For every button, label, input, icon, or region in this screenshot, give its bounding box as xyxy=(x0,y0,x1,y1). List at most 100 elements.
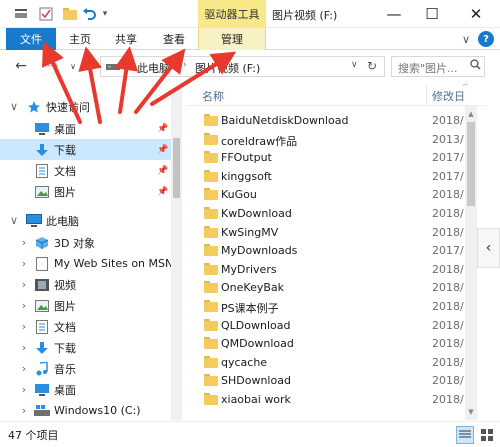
scroll-down-icon[interactable]: ▼ xyxy=(465,406,477,418)
maximize-button[interactable]: ☐ xyxy=(412,0,452,28)
search-placeholder: 搜索"图片... xyxy=(398,62,458,75)
nav-quick-access[interactable]: ∨ 快速访问 xyxy=(0,96,182,117)
chevron-right-icon[interactable]: › xyxy=(18,253,30,274)
folder-icon xyxy=(204,318,218,331)
details-view-icon[interactable] xyxy=(456,426,474,444)
navigation-pane: ∨ 快速访问 桌面 📌 下载 📌 文档 📌 图片 📌 ∨ 此电脑 › 3D 对象… xyxy=(0,88,182,420)
folder-row[interactable]: kinggsoft 2017/ xyxy=(186,167,466,186)
chevron-right-icon[interactable]: › xyxy=(18,316,30,337)
folder-row[interactable]: SHDownload 2018/ xyxy=(186,371,466,390)
nav-pane-scrollbar[interactable] xyxy=(171,88,182,420)
folder-modified-date: 2017/ xyxy=(432,169,464,183)
folder-row[interactable]: BaiduNetdiskDownload 2018/ xyxy=(186,111,466,130)
nav-pictures[interactable]: › 图片 xyxy=(0,295,182,316)
folder-name: QLDownload xyxy=(221,318,291,332)
folder-row[interactable]: xiaobai work 2018/ xyxy=(186,390,466,409)
customize-toolbar-icon[interactable]: ▾ xyxy=(100,6,110,22)
address-bar[interactable]: › 此电脑 › 图片视频 (F:) ∨ ↻ xyxy=(100,56,385,77)
title-bar: ▾ 驱动器工具 图片视频 (F:) — ☐ ✕ xyxy=(0,0,500,28)
nav-quick-downloads[interactable]: 下载 📌 xyxy=(0,139,182,160)
breadcrumb-separator-icon: › xyxy=(183,60,187,70)
forward-arrow-icon[interactable]: → xyxy=(44,56,62,76)
nav-music[interactable]: › 音乐 xyxy=(0,358,182,379)
chevron-right-icon[interactable]: › xyxy=(18,295,30,316)
column-header-modified[interactable]: 修改日 xyxy=(432,88,465,104)
folder-row[interactable]: KuGou 2018/ xyxy=(186,185,466,204)
file-list-scrollbar[interactable]: ▲ ▼ xyxy=(465,106,477,420)
undo-icon[interactable] xyxy=(82,6,96,22)
folder-name: KwSingMV xyxy=(221,225,279,239)
folder-row[interactable]: MyDrivers 2018/ xyxy=(186,260,466,279)
nav-3d-objects[interactable]: › 3D 对象 xyxy=(0,232,182,253)
pin-icon[interactable]: 📌 xyxy=(157,181,168,202)
column-divider[interactable] xyxy=(426,86,427,104)
pin-icon[interactable]: 📌 xyxy=(157,160,168,181)
nav-documents[interactable]: › 文档 xyxy=(0,316,182,337)
breadcrumb-separator-icon: › xyxy=(123,60,127,70)
chevron-down-icon[interactable]: ∨ xyxy=(8,210,20,231)
folder-modified-date: 2018/ xyxy=(432,318,464,332)
pin-icon[interactable]: 📌 xyxy=(157,118,168,139)
column-header-name[interactable]: 名称 xyxy=(202,88,224,104)
chevron-right-icon[interactable]: › xyxy=(18,274,30,295)
folder-name: MyDrivers xyxy=(221,262,277,276)
tab-file[interactable]: 文件 xyxy=(6,28,56,50)
file-list-scroll-thumb[interactable] xyxy=(467,122,475,206)
chevron-down-icon[interactable]: ∨ xyxy=(8,96,20,117)
folder-row[interactable]: QMDownload 2018/ xyxy=(186,334,466,353)
folder-row[interactable]: KwSingMV 2018/ xyxy=(186,223,466,242)
tab-manage[interactable]: 管理 xyxy=(198,28,266,50)
folder-row[interactable]: coreldraw作品 2013/ xyxy=(186,130,466,149)
properties-icon[interactable] xyxy=(38,6,54,22)
folder-name: SHDownload xyxy=(221,374,291,388)
nav-pane-scroll-thumb[interactable] xyxy=(173,138,180,198)
tab-home[interactable]: 主页 xyxy=(60,28,100,50)
back-arrow-icon[interactable]: ← xyxy=(12,56,30,76)
breadcrumb-current-drive[interactable]: 图片视频 (F:) xyxy=(195,60,260,76)
folder-row[interactable]: OneKeyBak 2018/ xyxy=(186,278,466,297)
nav-this-pc[interactable]: ∨ 此电脑 xyxy=(0,210,182,231)
folder-row[interactable]: QLDownload 2018/ xyxy=(186,316,466,335)
chevron-right-icon[interactable]: › xyxy=(18,232,30,253)
close-button[interactable]: ✕ xyxy=(456,0,496,28)
address-dropdown-icon[interactable]: ∨ xyxy=(351,60,358,70)
chevron-right-icon[interactable]: › xyxy=(18,400,30,420)
chevron-right-icon[interactable]: › xyxy=(18,337,30,358)
desktop-icon xyxy=(34,382,50,398)
minimize-button[interactable]: — xyxy=(374,0,414,28)
folder-name: FFOutput xyxy=(221,151,272,165)
help-icon[interactable]: ? xyxy=(478,31,494,47)
folder-row[interactable]: qycache 2018/ xyxy=(186,353,466,372)
folder-row[interactable]: PS课本例子 2018/ xyxy=(186,297,466,316)
chevron-right-icon[interactable]: › xyxy=(18,358,30,379)
search-input[interactable]: 搜索"图片... xyxy=(391,56,485,77)
nav-quick-desktop[interactable]: 桌面 📌 xyxy=(0,118,182,139)
folder-modified-date: 2018/ xyxy=(432,262,464,276)
folder-row[interactable]: FFOutput 2017/ xyxy=(186,148,466,167)
nav-windows-drive[interactable]: › Windows10 (C:) xyxy=(0,400,182,420)
quick-access-menu-icon[interactable] xyxy=(14,6,28,22)
pin-icon[interactable]: 📌 xyxy=(157,139,168,160)
details-pane-expander-icon[interactable]: ‹ xyxy=(477,228,500,268)
folder-name: PS课本例子 xyxy=(221,302,279,315)
folder-row[interactable]: KwDownload 2018/ xyxy=(186,204,466,223)
tab-view[interactable]: 查看 xyxy=(154,28,194,50)
nav-videos[interactable]: › 视频 xyxy=(0,274,182,295)
up-arrow-icon[interactable]: ↑ xyxy=(80,56,98,76)
breadcrumb-this-pc[interactable]: 此电脑 xyxy=(137,60,170,76)
refresh-icon[interactable]: ↻ xyxy=(367,59,377,73)
chevron-right-icon[interactable]: › xyxy=(18,379,30,400)
tab-share[interactable]: 共享 xyxy=(106,28,146,50)
status-bar: 47 个项目 xyxy=(0,421,500,447)
nav-quick-pictures[interactable]: 图片 📌 xyxy=(0,181,182,202)
nav-my-web-sites[interactable]: › My Web Sites on MSN xyxy=(0,253,182,274)
folder-modified-date: 2017/ xyxy=(432,151,464,165)
scroll-up-icon[interactable]: ▲ xyxy=(465,108,477,120)
large-icons-view-icon[interactable] xyxy=(478,426,496,444)
nav-downloads[interactable]: › 下载 xyxy=(0,337,182,358)
new-folder-icon[interactable] xyxy=(62,6,78,22)
collapse-ribbon-button[interactable]: ∨ xyxy=(458,31,474,47)
nav-quick-documents[interactable]: 文档 📌 xyxy=(0,160,182,181)
folder-row[interactable]: MyDownloads 2017/ xyxy=(186,241,466,260)
nav-desktop[interactable]: › 桌面 xyxy=(0,379,182,400)
